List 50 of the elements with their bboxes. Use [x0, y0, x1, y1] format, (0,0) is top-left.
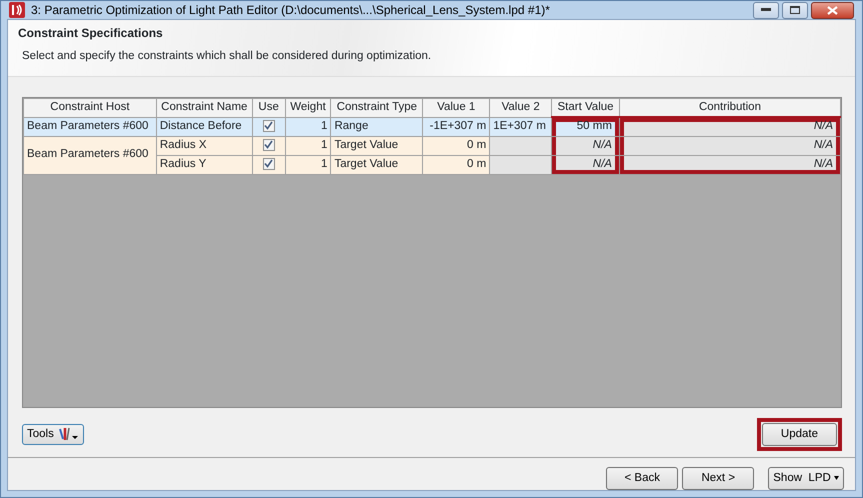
table-cell: 0 m — [422, 136, 490, 155]
table-cell: Radius X — [156, 136, 252, 155]
table-cell: N/A — [552, 136, 620, 155]
checkbox[interactable] — [262, 138, 275, 151]
maximize-icon — [790, 6, 800, 14]
column-header[interactable]: Start Value — [552, 98, 620, 117]
caret-icon — [834, 476, 839, 480]
column-header[interactable]: Value 2 — [490, 98, 552, 117]
table-cell: Radius Y — [156, 155, 252, 174]
table-cell: N/A — [552, 155, 620, 174]
column-header[interactable]: Contribution — [619, 98, 840, 117]
table-cell: Distance Before — [156, 117, 252, 136]
close-button[interactable] — [811, 2, 854, 19]
table-cell: 1 — [285, 136, 331, 155]
minimize-button[interactable] — [753, 2, 779, 19]
table-cell: N/A — [619, 136, 840, 155]
nav-button[interactable]: Next > — [682, 466, 754, 490]
table-cell: Beam Parameters #600 — [24, 136, 156, 174]
dropdown-button[interactable]: Show LPD — [768, 466, 844, 490]
checkbox[interactable] — [262, 120, 275, 132]
table-cell: 0 m — [422, 155, 490, 174]
nav-button[interactable]: < Back — [606, 466, 678, 490]
column-header[interactable]: Weight — [285, 98, 331, 117]
table-cell: N/A — [619, 117, 840, 136]
close-icon — [827, 6, 838, 15]
minimize-icon — [761, 8, 771, 12]
checkbox[interactable] — [262, 158, 275, 170]
table-cell: N/A — [619, 155, 840, 174]
table-cell: 1E+307 m — [490, 117, 552, 136]
table-cell: 1 — [285, 117, 331, 136]
table-cell: Target Value — [330, 136, 423, 155]
table-cell: -1E+307 m — [422, 117, 490, 136]
table-cell: Beam Parameters #600 — [24, 117, 156, 136]
window-title: 3: Parametric Optimization of Light Path Editor (D:\documents\...\Spherical_Lens_System.lpd #1)* — [31, 2, 550, 20]
column-header[interactable]: Constraint Type — [330, 98, 423, 117]
app-icon — [9, 2, 25, 18]
column-header[interactable]: Value 1 — [422, 98, 490, 117]
column-header[interactable]: Constraint Host — [24, 98, 156, 117]
table-cell: 1 — [285, 155, 331, 174]
column-header[interactable]: Constraint Name — [156, 98, 252, 117]
section-title: Constraint Specifications — [18, 25, 164, 42]
table-cell[interactable]: 50 mm — [552, 117, 620, 136]
tools-icon — [56, 427, 79, 442]
update-button[interactable]: Update — [762, 422, 837, 446]
column-header[interactable]: Use — [252, 98, 286, 117]
description-text: Select and specify the constraints which shall be considered during optimization. — [21, 49, 432, 64]
table-cell: Range — [330, 117, 423, 136]
table-cell: Target Value — [330, 155, 423, 174]
maximize-button[interactable] — [782, 2, 808, 19]
tools-button[interactable]: Tools — [22, 424, 84, 445]
